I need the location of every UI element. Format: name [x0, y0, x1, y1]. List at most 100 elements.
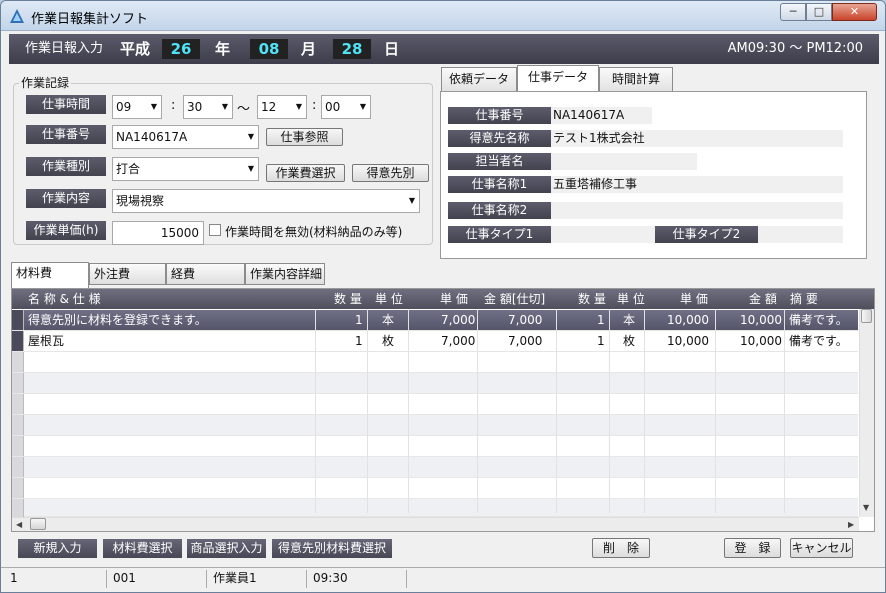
table-row[interactable]	[12, 457, 858, 478]
column-divider	[367, 309, 368, 513]
tab-outsource-cost[interactable]: 外注費	[89, 263, 166, 285]
cancel-button[interactable]: キャンセル	[790, 538, 853, 558]
table-row[interactable]	[12, 499, 858, 517]
table-row[interactable]	[12, 478, 858, 499]
job-no-select[interactable]: NA140617A ▼	[112, 125, 259, 149]
table-row[interactable]	[12, 415, 858, 436]
vertical-scroll-thumb[interactable]	[861, 309, 872, 323]
cell-amount-wholesale: 7,000	[508, 313, 543, 327]
tab-request-data[interactable]: 依頼データ	[441, 67, 517, 91]
start-hour-select[interactable]: 09 ▼	[112, 95, 162, 119]
status-divider	[306, 570, 307, 588]
end-minute-select[interactable]: 00 ▼	[321, 95, 371, 119]
table-row[interactable]	[12, 352, 858, 373]
cell-name: 得意先別に材料を登録できます。	[28, 313, 207, 327]
col-remarks[interactable]: 摘 要	[790, 289, 818, 309]
header-label: 作業日報入力	[25, 41, 104, 56]
work-cost-select-button[interactable]: 作業費選択	[266, 164, 345, 182]
column-divider	[715, 309, 716, 513]
status-field-1: 1	[10, 571, 18, 585]
unit-price-input[interactable]: 15000	[112, 221, 204, 245]
column-divider	[477, 309, 478, 513]
material-grid: 名 称 & 仕 様 数 量 単 位 単 価 金 額[仕切] 数 量 単 位 単 …	[11, 288, 875, 532]
col-price2[interactable]: 単 価	[680, 289, 708, 309]
work-type-label: 作業種別	[26, 157, 106, 176]
table-row[interactable]	[12, 436, 858, 457]
client-name-value: テスト1株式会社	[551, 130, 843, 147]
product-select-button[interactable]: 商品選択入力	[187, 539, 266, 558]
col-name-spec[interactable]: 名 称 & 仕 様	[28, 289, 101, 309]
minimize-button[interactable]: ─	[780, 3, 806, 21]
table-row[interactable]: 得意先別に材料を登録できます。 1 本 7,000 7,000 1 本 10,0…	[12, 310, 858, 331]
col-amount-wholesale[interactable]: 金 額[仕切]	[484, 289, 545, 309]
job-no-label: 仕事番号	[448, 107, 551, 124]
col-unit2[interactable]: 単 位	[617, 289, 645, 309]
client-material-select-button[interactable]: 得意先別材料費選択	[272, 539, 392, 558]
cell-unit: 枚	[382, 334, 395, 348]
horizontal-scrollbar[interactable]	[12, 517, 859, 531]
unit-price-label: 作業単価(h)	[26, 221, 106, 240]
vertical-scrollbar[interactable]	[859, 309, 874, 517]
month-value[interactable]: 08	[250, 39, 288, 59]
year-unit: 年	[215, 40, 231, 58]
cell-qty2: 1	[597, 334, 605, 348]
cell-remarks: 備考です。	[789, 334, 848, 348]
tab-expenses[interactable]: 経費	[166, 263, 245, 285]
work-type-select[interactable]: 打合 ▼	[112, 157, 259, 181]
cell-price: 7,000	[441, 334, 476, 348]
month-unit: 月	[301, 40, 317, 58]
cell-amount: 10,000	[740, 334, 782, 348]
col-unit[interactable]: 単 位	[375, 289, 403, 309]
tab-job-data[interactable]: 仕事データ	[517, 65, 599, 91]
column-divider	[315, 309, 316, 513]
col-qty2[interactable]: 数 量	[578, 289, 606, 309]
content-select[interactable]: 現場視察 ▼	[112, 189, 420, 213]
client-name-label: 得意先名称	[448, 130, 551, 147]
material-cost-select-button[interactable]: 材料費選択	[103, 539, 182, 558]
era-label: 平成	[120, 40, 151, 58]
content-value: 現場視察	[116, 194, 165, 208]
window-title: 作業日報集計ソフト	[31, 12, 149, 27]
scroll-down-icon[interactable]: ▼	[863, 503, 869, 512]
maximize-button[interactable]: □	[806, 3, 832, 21]
disable-time-checkbox[interactable]	[209, 224, 221, 236]
tab-time-calc[interactable]: 時間計算	[599, 67, 673, 91]
row-marker	[12, 478, 24, 498]
day-value[interactable]: 28	[333, 39, 371, 59]
tab-material-cost[interactable]: 材料費	[11, 262, 89, 288]
chevron-down-icon: ▼	[247, 164, 254, 173]
horizontal-scroll-thumb[interactable]	[30, 518, 46, 530]
row-marker	[12, 373, 24, 393]
tab-work-details[interactable]: 作業内容詳細	[245, 263, 325, 285]
table-row[interactable]	[12, 394, 858, 415]
chevron-down-icon: ▼	[150, 102, 157, 111]
content-label: 作業内容	[26, 189, 106, 208]
cell-price2: 10,000	[667, 334, 709, 348]
scroll-left-icon[interactable]: ◀	[16, 520, 22, 529]
end-hour-select[interactable]: 12 ▼	[257, 95, 307, 119]
new-entry-button[interactable]: 新規入力	[18, 539, 97, 558]
row-marker	[12, 415, 24, 435]
job-reference-button[interactable]: 仕事参照	[266, 128, 343, 146]
start-minute-select[interactable]: 30 ▼	[183, 95, 233, 119]
table-row[interactable]	[12, 373, 858, 394]
col-qty[interactable]: 数 量	[334, 289, 362, 309]
cell-amount: 10,000	[740, 313, 782, 327]
row-marker	[12, 436, 24, 456]
year-value[interactable]: 26	[162, 39, 200, 59]
disable-time-label: 作業時間を無効(材料納品のみ等)	[225, 225, 403, 239]
date-header: 作業日報入力 平成 26 年 08 月 28 日 AM09:30 〜 PM12:…	[9, 34, 879, 64]
table-row[interactable]: 屋根瓦 1 枚 7,000 7,000 1 枚 10,000 10,000 備考…	[12, 331, 858, 352]
register-button[interactable]: 登 録	[724, 538, 781, 558]
chevron-down-icon: ▼	[408, 196, 415, 205]
scroll-right-icon[interactable]: ▶	[848, 520, 854, 529]
app-window: 作業日報集計ソフト ─ □ ✕ 作業日報入力 平成 26 年 08 月 28 日…	[0, 0, 886, 593]
delete-button[interactable]: 削 除	[592, 538, 650, 558]
client-button[interactable]: 得意先別	[352, 164, 429, 182]
job-name2-label: 仕事名称2	[448, 202, 551, 219]
col-price[interactable]: 単 価	[440, 289, 468, 309]
col-amount[interactable]: 金 額	[749, 289, 777, 309]
close-button[interactable]: ✕	[832, 3, 877, 21]
grid-header: 名 称 & 仕 様 数 量 単 位 単 価 金 額[仕切] 数 量 単 位 単 …	[12, 289, 874, 309]
job-type2-label: 仕事タイプ2	[655, 226, 758, 243]
